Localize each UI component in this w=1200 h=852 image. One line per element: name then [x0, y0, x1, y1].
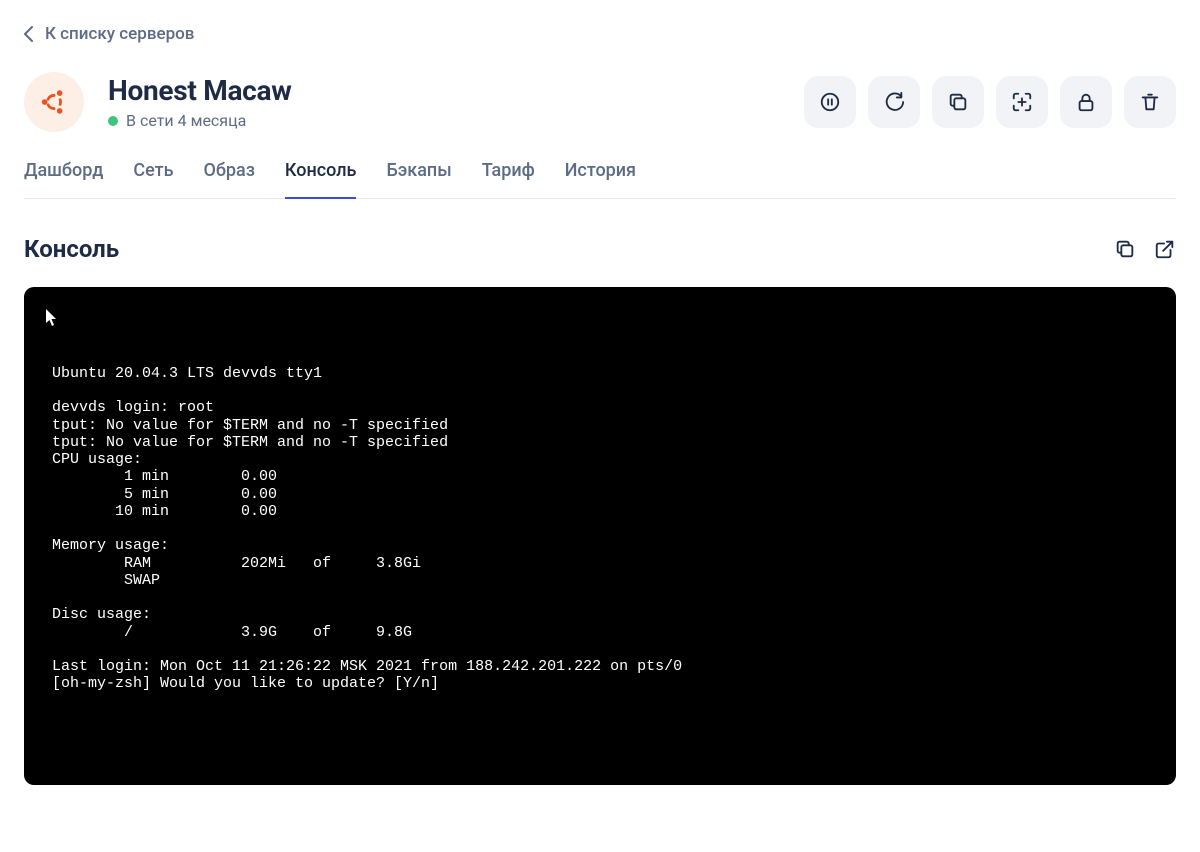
server-title-block: Honest Macaw В сети 4 месяца: [108, 74, 291, 130]
scan-icon: [1011, 91, 1033, 113]
chevron-left-icon: [24, 26, 33, 42]
tab-backups[interactable]: Бэкапы: [386, 160, 451, 199]
refresh-icon: [883, 91, 905, 113]
pause-icon: [819, 91, 841, 113]
back-to-servers-link[interactable]: К списку серверов: [24, 24, 194, 44]
rescue-button[interactable]: [996, 76, 1048, 128]
server-status: В сети 4 месяца: [108, 111, 291, 130]
status-dot-icon: [108, 116, 118, 126]
server-header-left: Honest Macaw В сети 4 месяца: [24, 72, 291, 132]
mouse-cursor-icon: [46, 309, 58, 327]
server-header: Honest Macaw В сети 4 месяца: [24, 72, 1176, 132]
tab-plan[interactable]: Тариф: [482, 160, 535, 199]
copy-icon: [947, 91, 969, 113]
delete-button[interactable]: [1124, 76, 1176, 128]
terminal-output: Ubuntu 20.04.3 LTS devvds tty1 devvds lo…: [52, 365, 1148, 693]
pause-button[interactable]: [804, 76, 856, 128]
server-status-text: В сети 4 месяца: [126, 111, 246, 130]
tab-console[interactable]: Консоль: [285, 160, 357, 199]
trash-icon: [1139, 91, 1161, 113]
ubuntu-icon: [39, 87, 69, 117]
terminal[interactable]: Ubuntu 20.04.3 LTS devvds tty1 devvds lo…: [24, 287, 1176, 785]
copy-icon: [1114, 238, 1136, 260]
section-actions: [1114, 238, 1176, 260]
server-os-avatar: [24, 72, 84, 132]
back-link-label: К списку серверов: [45, 24, 194, 44]
external-link-icon: [1154, 238, 1176, 260]
open-external-button[interactable]: [1154, 238, 1176, 260]
server-actions: [804, 76, 1176, 128]
server-name: Honest Macaw: [108, 74, 291, 107]
lock-button[interactable]: [1060, 76, 1112, 128]
clone-button[interactable]: [932, 76, 984, 128]
tab-history[interactable]: История: [565, 160, 636, 199]
lock-icon: [1075, 91, 1097, 113]
section-title: Консоль: [24, 235, 119, 263]
tabs: Дашборд Сеть Образ Консоль Бэкапы Тариф …: [24, 160, 1176, 199]
tab-network[interactable]: Сеть: [133, 160, 173, 199]
console-section-header: Консоль: [24, 235, 1176, 263]
tab-image[interactable]: Образ: [204, 160, 255, 199]
restart-button[interactable]: [868, 76, 920, 128]
copy-output-button[interactable]: [1114, 238, 1136, 260]
tab-dashboard[interactable]: Дашборд: [24, 160, 103, 199]
